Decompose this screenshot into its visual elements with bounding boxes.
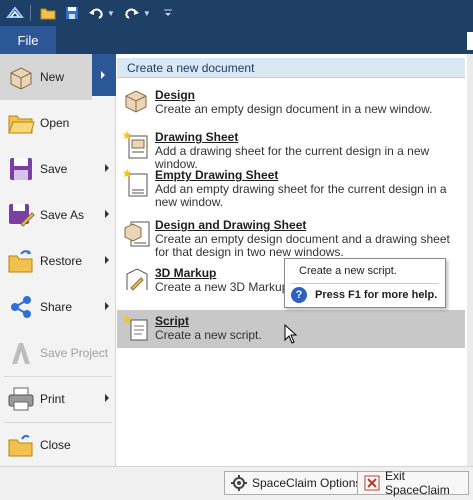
help-icon: ?: [291, 287, 307, 303]
mouse-pointer-icon: [284, 323, 298, 347]
exit-icon: [364, 475, 380, 491]
save-icon[interactable]: [61, 2, 83, 24]
printer-icon: [6, 384, 36, 414]
save-as-label: Save As: [40, 208, 85, 222]
tooltip-help: ? Press F1 for more help.: [291, 287, 437, 303]
item-description: Create an empty design document and a dr…: [155, 232, 450, 259]
undo-dropdown-icon[interactable]: ▼: [107, 9, 115, 18]
app-icon[interactable]: [4, 2, 26, 24]
new-design-and-drawing-sheet-item[interactable]: Design and Drawing Sheet Create an empty…: [117, 214, 465, 263]
new-design-item[interactable]: Design Create an empty design document i…: [117, 84, 465, 126]
new-empty-drawing-sheet-item[interactable]: Empty Drawing Sheet Add an empty drawing…: [117, 164, 465, 213]
item-title: Script: [155, 314, 190, 328]
design-icon: [123, 88, 153, 122]
item-description: Create a new script.: [155, 328, 262, 342]
close-command[interactable]: Close: [0, 422, 116, 468]
new-box-icon: [6, 62, 36, 92]
item-title: Design and Drawing Sheet: [155, 218, 307, 232]
customize-icon[interactable]: [157, 2, 179, 24]
spaceclaim-options-button[interactable]: SpaceClaim Options: [224, 471, 369, 495]
tooltip-help-text: Press F1 for more help.: [315, 289, 438, 301]
script-tooltip: Create a new script. ? Press F1 for more…: [284, 258, 446, 308]
redo-icon[interactable]: [121, 2, 143, 24]
restore-label: Restore: [40, 254, 83, 268]
save-as-icon: [6, 200, 36, 230]
save-as-command[interactable]: Save As: [0, 192, 116, 238]
open-folder-icon: [6, 108, 36, 138]
item-title: Design: [155, 88, 196, 102]
close-label: Close: [40, 438, 71, 452]
new-submenu-arrow[interactable]: [92, 54, 116, 96]
exit-spaceclaim-button[interactable]: Exit SpaceClaim: [357, 469, 469, 497]
new-label: New: [40, 70, 65, 84]
print-command[interactable]: Print: [0, 376, 116, 422]
3d-markup-icon: [123, 266, 153, 300]
save-submenu-arrow: [105, 164, 109, 172]
save-disk-icon: [6, 154, 36, 184]
window-edge: [467, 32, 473, 50]
tooltip-divider: [291, 283, 439, 284]
tab-file[interactable]: File: [0, 26, 56, 54]
redo-dropdown-icon[interactable]: ▼: [143, 9, 151, 18]
bottom-bar: SpaceClaim Options Exit SpaceClaim: [0, 466, 473, 500]
chevron-right-icon: [101, 71, 105, 79]
share-label: Share: [40, 300, 73, 314]
save-command[interactable]: Save: [0, 146, 116, 192]
item-title: Empty Drawing Sheet: [155, 168, 279, 182]
gear-icon: [231, 475, 247, 491]
save-project-command: Save Project: [0, 330, 116, 376]
open-folder-icon[interactable]: [37, 2, 59, 24]
open-label: Open: [40, 116, 70, 130]
share-icon: [6, 292, 36, 322]
restore-submenu-arrow: [105, 256, 109, 264]
panel-scrollbar[interactable]: [467, 54, 473, 466]
close-folder-icon: [6, 430, 36, 460]
new-command[interactable]: New: [0, 54, 92, 100]
item-description: Create an empty design document in a new…: [155, 102, 433, 116]
open-command[interactable]: Open: [0, 100, 116, 146]
design-and-drawing-sheet-icon: [123, 218, 153, 252]
empty-drawing-sheet-icon: [123, 168, 153, 202]
item-title: Drawing Sheet: [155, 130, 239, 144]
share-submenu-arrow: [105, 302, 109, 310]
panel-header: Create a new document: [117, 58, 465, 78]
options-label: SpaceClaim Options: [252, 476, 362, 490]
quick-access-toolbar: ▼ ▼: [0, 0, 473, 26]
item-description: Add an empty drawing sheet for the curre…: [155, 182, 447, 209]
exit-label: Exit SpaceClaim: [385, 469, 450, 497]
drawing-sheet-icon: [123, 130, 153, 164]
script-icon: [123, 314, 153, 348]
save-as-submenu-arrow: [105, 210, 109, 218]
toolbar-separator: [30, 5, 31, 21]
restore-folder-icon: [6, 246, 36, 276]
save-project-icon: [6, 338, 36, 368]
print-submenu-arrow: [105, 394, 109, 402]
print-label: Print: [40, 392, 65, 406]
tooltip-text: Create a new script.: [299, 265, 397, 277]
save-project-label: Save Project: [40, 346, 109, 360]
restore-command[interactable]: Restore: [0, 238, 116, 284]
share-command[interactable]: Share: [0, 284, 116, 330]
tab-strip: File: [0, 26, 473, 54]
save-label: Save: [40, 162, 68, 176]
file-menu-commands: New Open Save Save As Restore Share Save…: [0, 54, 116, 466]
undo-icon[interactable]: [85, 2, 107, 24]
